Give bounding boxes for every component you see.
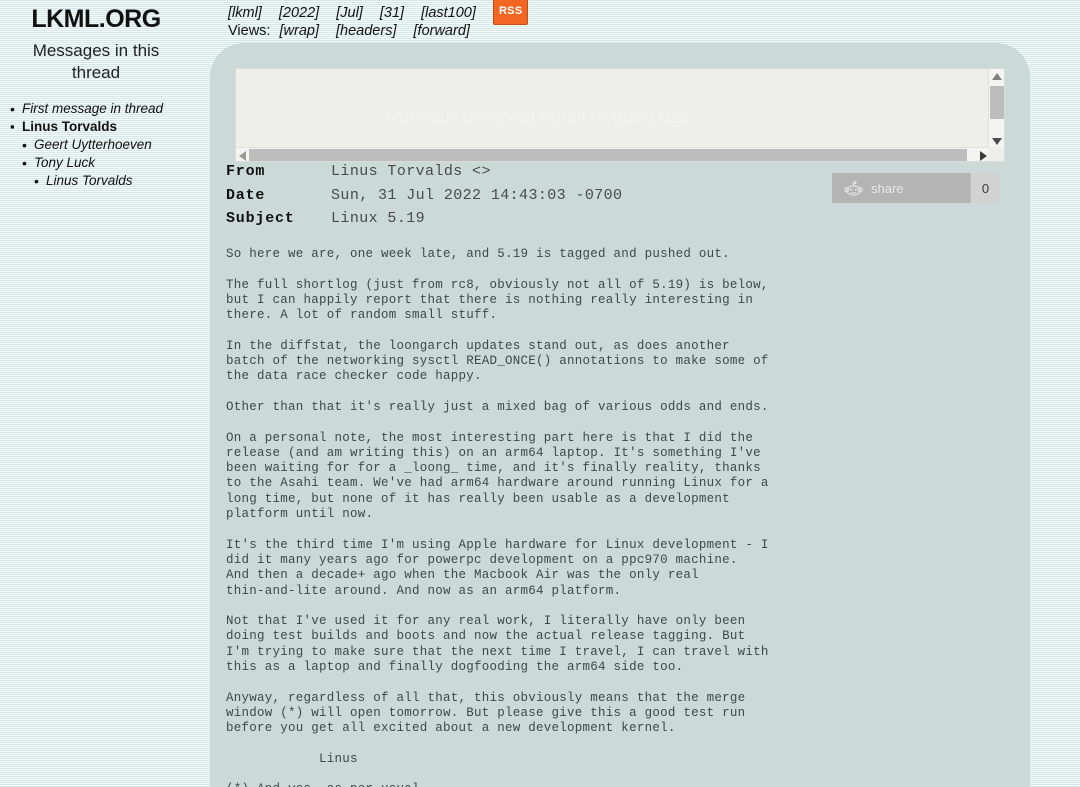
thread-item-reply-1[interactable]: Geert Uytterhoeven <box>0 136 192 154</box>
nav-link-year[interactable]: [2022] <box>279 5 319 21</box>
advertisement-frame[interactable]: Put your personal email to good use <box>235 68 1005 162</box>
reddit-share-button[interactable]: share <box>832 173 970 203</box>
header-value-date: Sun, 31 Jul 2022 14:43:03 -0700 <box>331 186 623 204</box>
reddit-share-widget[interactable]: share 0 <box>832 173 1000 203</box>
ad-vertical-scrollbar[interactable] <box>988 69 1004 149</box>
scroll-down-arrow-icon[interactable] <box>992 138 1002 145</box>
thread-item-label: Tony Luck <box>34 155 96 171</box>
view-link-forward[interactable]: [forward] <box>414 23 470 39</box>
header-label-from: From <box>226 163 266 180</box>
site-logo[interactable]: LKML.ORG <box>0 5 192 34</box>
reddit-alien-icon <box>844 180 863 196</box>
breadcrumb-nav: [lkml] [2022] [Jul] [31] [last100] RSS V… <box>228 0 529 41</box>
nav-link-lkml[interactable]: [lkml] <box>228 5 262 21</box>
thread-item-label: Linus Torvalds <box>22 118 118 134</box>
header-label-subject: Subject <box>226 210 295 227</box>
nav-link-day[interactable]: [31] <box>380 5 404 21</box>
view-link-headers[interactable]: [headers] <box>336 23 396 39</box>
thread-item-label: First message in thread <box>22 100 164 116</box>
vertical-scroll-thumb[interactable] <box>990 86 1004 119</box>
thread-item-reply-2[interactable]: Tony Luck <box>0 154 192 172</box>
thread-item-reply-3[interactable]: Linus Torvalds <box>0 172 192 190</box>
header-row-subject: Subject Linux 5.19 <box>226 207 622 231</box>
sidebar-heading: Messages in this thread <box>32 41 160 82</box>
breadcrumb: [lkml] [2022] [Jul] [31] [last100] RSS <box>228 0 529 25</box>
thread-item-label: Linus Torvalds <box>46 173 133 189</box>
header-row-from: From Linus Torvalds <> <box>226 160 622 184</box>
header-row-date: Date Sun, 31 Jul 2022 14:43:03 -0700 <box>226 184 622 208</box>
views-nav: Views: [wrap] [headers] [forward] <box>228 21 528 41</box>
view-link-wrap[interactable]: [wrap] <box>279 23 319 39</box>
nav-link-month[interactable]: [Jul] <box>336 5 363 21</box>
views-label: Views: <box>228 23 271 39</box>
scroll-up-arrow-icon[interactable] <box>992 73 1002 80</box>
sidebar: LKML.ORG Messages in this thread First m… <box>0 0 192 787</box>
header-label-date: Date <box>226 186 266 204</box>
message-body: So here we are, one week late, and 5.19 … <box>226 247 769 787</box>
header-value-from: Linus Torvalds <> <box>331 163 491 180</box>
scroll-right-arrow-icon[interactable] <box>980 151 987 161</box>
message-headers: From Linus Torvalds <> Date Sun, 31 Jul … <box>226 160 622 231</box>
ad-horizontal-scrollbar[interactable] <box>236 147 1004 161</box>
thread-message-list: First message in thread Linus Torvalds G… <box>0 100 192 191</box>
rss-badge[interactable]: RSS <box>492 0 529 25</box>
message-panel: Put your personal email to good use shar… <box>210 43 1030 787</box>
reddit-share-count: 0 <box>970 173 1000 203</box>
thread-item-current[interactable]: Linus Torvalds <box>0 118 192 136</box>
reddit-share-label: share <box>871 180 904 196</box>
header-value-subject: Linux 5.19 <box>331 210 426 227</box>
thread-item-first-message[interactable]: First message in thread <box>0 100 192 118</box>
ad-ghost-text: Put your personal email to good use <box>386 107 691 128</box>
thread-item-label: Geert Uytterhoeven <box>34 136 152 152</box>
scrollbar-corner <box>988 147 1004 161</box>
nav-link-last100[interactable]: [last100] <box>421 5 476 21</box>
